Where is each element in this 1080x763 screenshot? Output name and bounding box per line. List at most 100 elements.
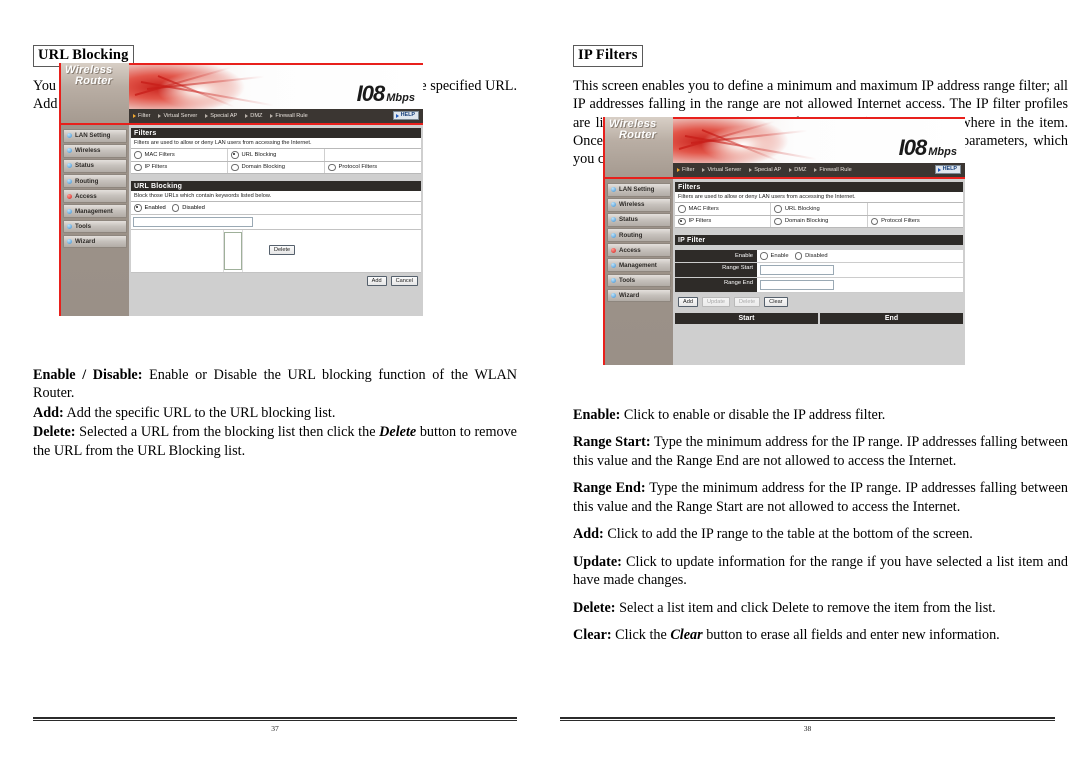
arrow-icon xyxy=(789,168,793,172)
term-label: Range Start: xyxy=(573,434,651,451)
term-text: Click to update information for the rang… xyxy=(573,553,1068,589)
page-right: IP Filters This screen enables you to de… xyxy=(540,0,1080,763)
radio-label: URL Blocking xyxy=(241,151,277,158)
radio-ip-filters[interactable]: IP Filters xyxy=(131,161,228,173)
left-page-footer: 37 xyxy=(33,717,517,733)
nav-item-dmz[interactable]: DMZ xyxy=(789,167,806,173)
radio-icon[interactable] xyxy=(760,252,768,260)
form-value-range-start xyxy=(757,263,963,277)
sidebar-item-access[interactable]: Access xyxy=(607,243,671,257)
radio-label: Domain Blocking xyxy=(784,218,829,225)
radio-label-enable: Enable xyxy=(770,252,789,259)
router-navbar: Filter Virtual Server Special AP DMZ Fir… xyxy=(673,163,965,177)
delete-button[interactable]: Delete xyxy=(269,244,296,255)
right-terms-list: Enable: Click to enable or disable the I… xyxy=(573,406,1068,654)
add-button[interactable]: Add xyxy=(366,275,387,286)
router-ui-screenshot-url-blocking: Wireless Router I08 Mbps Filter Virtual … xyxy=(59,63,423,316)
help-button[interactable]: HELP xyxy=(935,165,961,175)
nav-item-special-ap[interactable]: Special AP xyxy=(749,167,781,173)
nav-item-firewall-rule[interactable]: Firewall Rule xyxy=(814,167,852,173)
help-arrow-icon xyxy=(396,113,400,118)
radio-icon xyxy=(171,204,180,212)
sidebar-item-routing[interactable]: Routing xyxy=(63,174,127,188)
router-ui-screenshot-ip-filters: Wireless Router I08 Mbps Filter Virtual … xyxy=(603,117,965,365)
term-label: Delete: xyxy=(573,599,616,616)
sidebar-item-lan-setting[interactable]: LAN Setting xyxy=(607,183,671,197)
nav-item-firewall-rule[interactable]: Firewall Rule xyxy=(270,113,308,119)
sidebar-item-wizard[interactable]: Wizard xyxy=(63,234,127,249)
speed-number: I08 xyxy=(356,81,386,106)
radio-domain-blocking[interactable]: Domain Blocking xyxy=(771,215,868,227)
url-footer-buttons: Add Cancel xyxy=(131,272,421,290)
nav-item-virtual-server[interactable]: Virtual Server xyxy=(158,113,197,119)
sidebar-item-lan-setting[interactable]: LAN Setting xyxy=(63,129,127,143)
filter-options-row-2: IP Filters Domain Blocking Protocol Filt… xyxy=(675,215,963,228)
bullet-icon xyxy=(67,208,72,214)
radio-protocol-filters[interactable]: Protocol Filters xyxy=(325,162,421,174)
page-left: URL Blocking You could enable URL blocki… xyxy=(0,0,540,763)
radio-mac-filters[interactable]: MAC Filters xyxy=(131,149,228,161)
sidebar-item-tools[interactable]: Tools xyxy=(607,273,671,288)
add-button[interactable]: Add xyxy=(678,296,698,307)
radio-icon xyxy=(774,217,782,225)
radio-icon xyxy=(328,163,336,171)
filters-panel-title: Filters xyxy=(675,182,963,192)
form-label-range-start: Range Start xyxy=(675,262,757,277)
arrow-icon xyxy=(245,114,249,118)
bullet-icon xyxy=(611,292,616,298)
url-list-scrollbar[interactable] xyxy=(224,231,242,270)
nav-label: Virtual Server xyxy=(707,167,742,173)
nav-item-filter[interactable]: Filter xyxy=(677,167,694,173)
radio-label: Protocol Filters xyxy=(338,164,378,171)
radio-url-blocking[interactable]: URL Blocking xyxy=(228,149,325,161)
sidebar-item-wizard[interactable]: Wizard xyxy=(607,288,671,303)
sidebar-item-wireless[interactable]: Wireless xyxy=(607,198,671,212)
sidebar-item-label: Tools xyxy=(75,222,92,230)
sidebar-item-wireless[interactable]: Wireless xyxy=(63,144,127,158)
term-label: Delete: xyxy=(33,424,76,441)
radio-label-disabled: Disabled xyxy=(805,252,828,259)
clear-button[interactable]: Clear xyxy=(764,296,788,307)
nav-item-virtual-server[interactable]: Virtual Server xyxy=(702,167,741,173)
filters-panel-title: Filters xyxy=(131,128,421,138)
left-terms-list: Enable / Disable: Enable or Disable the … xyxy=(33,366,517,461)
radio-label-enabled: Enabled xyxy=(144,204,166,211)
help-arrow-icon xyxy=(938,167,942,172)
sidebar-item-status[interactable]: Status xyxy=(607,213,671,227)
url-list-box[interactable] xyxy=(131,229,224,272)
sidebar-item-status[interactable]: Status xyxy=(63,159,127,173)
table-header-start: Start xyxy=(675,312,818,324)
radio-domain-blocking[interactable]: Domain Blocking xyxy=(228,161,325,173)
radio-label: MAC Filters xyxy=(144,151,175,158)
range-start-input[interactable] xyxy=(760,264,834,275)
router-content-area: Filters Filters are used to allow or den… xyxy=(673,179,965,365)
footer-rule-thick xyxy=(33,717,517,719)
cancel-button[interactable]: Cancel xyxy=(390,275,418,286)
nav-item-dmz[interactable]: DMZ xyxy=(245,113,262,119)
sidebar-item-tools[interactable]: Tools xyxy=(63,219,127,234)
speed-unit: Mbps xyxy=(928,146,957,158)
term-enable-disable: Enable / Disable: Enable or Disable the … xyxy=(33,366,517,403)
term-update: Update: Click to update information for … xyxy=(573,553,1068,590)
radio-icon-selected xyxy=(134,204,142,212)
term-label: Add: xyxy=(573,526,604,543)
radio-protocol-filters[interactable]: Protocol Filters xyxy=(868,216,963,228)
range-end-input[interactable] xyxy=(760,279,834,290)
nav-item-filter[interactable]: Filter xyxy=(133,113,150,119)
radio-url-blocking[interactable]: URL Blocking xyxy=(771,203,868,215)
radio-ip-filters[interactable]: IP Filters xyxy=(675,215,772,227)
url-text-input[interactable] xyxy=(133,216,253,227)
radio-icon-selected xyxy=(231,151,239,159)
sidebar-item-routing[interactable]: Routing xyxy=(607,228,671,242)
nav-item-special-ap[interactable]: Special AP xyxy=(205,113,237,119)
right-page-footer: 38 xyxy=(560,717,1055,733)
bullet-icon xyxy=(611,217,616,223)
sidebar-item-access[interactable]: Access xyxy=(63,189,127,203)
sidebar-item-management[interactable]: Management xyxy=(63,204,127,218)
radio-icon[interactable] xyxy=(794,252,803,260)
sidebar-item-management[interactable]: Management xyxy=(607,258,671,272)
radio-mac-filters[interactable]: MAC Filters xyxy=(675,203,772,215)
term-range-end: Range End: Type the minimum address for … xyxy=(573,479,1068,516)
form-value-enable: Enable Disabled xyxy=(757,250,963,262)
help-button[interactable]: HELP xyxy=(393,111,419,121)
